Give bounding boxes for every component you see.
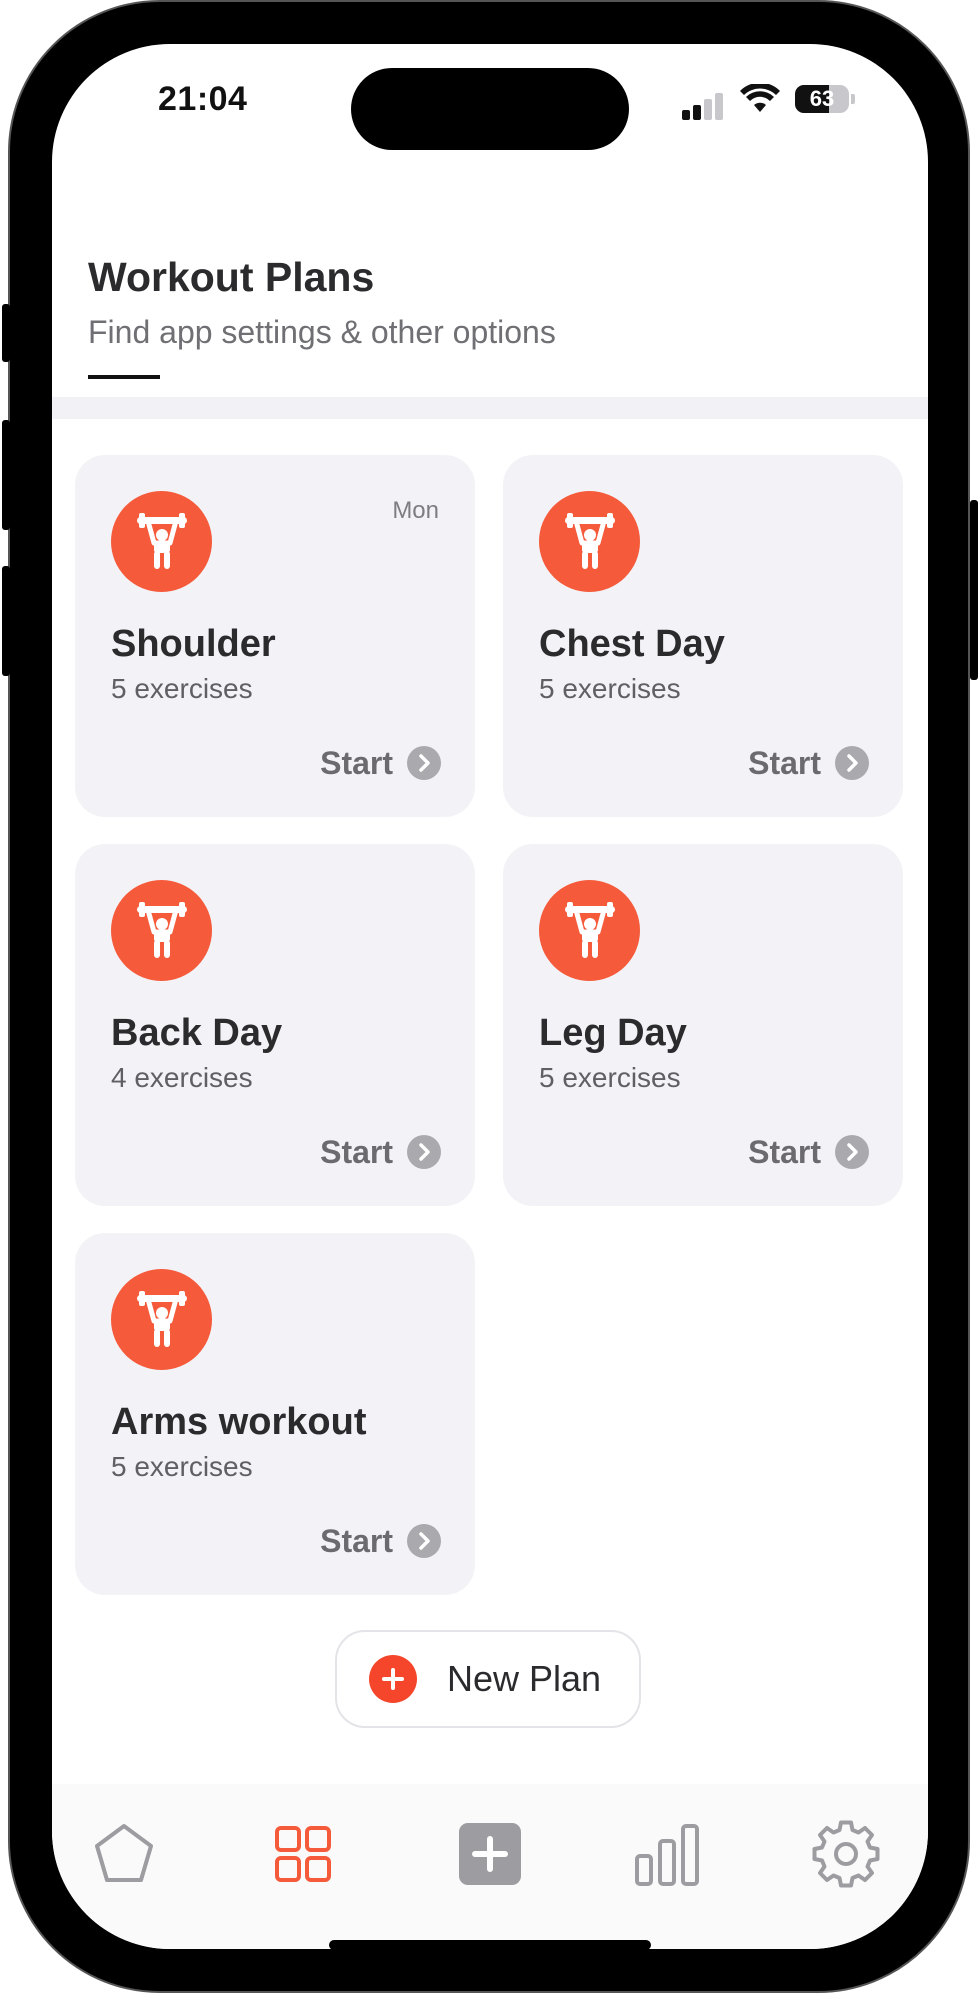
pentagon-icon <box>95 1824 153 1882</box>
chevron-right-icon <box>835 1135 869 1169</box>
plan-card-chest-day[interactable]: Chest Day 5 exercises Start <box>503 455 903 817</box>
volume-down-button <box>2 566 10 676</box>
chevron-right-icon <box>407 1135 441 1169</box>
gear-icon <box>812 1820 880 1888</box>
power-button <box>970 500 978 680</box>
scheduled-day: Mon <box>392 497 439 524</box>
chevron-right-icon <box>407 746 441 780</box>
action-button <box>2 304 10 362</box>
tab-bar <box>52 1784 928 1949</box>
volume-up-button <box>2 420 10 530</box>
new-plan-button[interactable]: New Plan <box>335 1630 641 1728</box>
cellular-signal-icon <box>682 90 732 120</box>
weightlifter-icon <box>111 491 212 592</box>
start-button[interactable]: Start <box>748 1132 869 1172</box>
start-label: Start <box>320 1522 393 1559</box>
start-label: Start <box>748 1133 821 1170</box>
weightlifter-icon <box>111 880 212 981</box>
tab-plans[interactable] <box>263 1814 343 1894</box>
status-time: 21:04 <box>158 80 248 118</box>
exercise-count: 5 exercises <box>539 1062 681 1093</box>
page-title: Workout Plans <box>88 254 375 300</box>
tab-add[interactable] <box>450 1814 530 1894</box>
plan-name: Arms workout <box>111 1401 367 1443</box>
start-button[interactable]: Start <box>320 743 441 783</box>
plus-circle-icon <box>369 1655 417 1703</box>
weightlifter-icon <box>111 1269 212 1370</box>
plan-name: Shoulder <box>111 623 276 665</box>
start-button[interactable]: Start <box>320 1132 441 1172</box>
tab-stats[interactable] <box>627 1814 707 1894</box>
plan-name: Leg Day <box>539 1012 687 1054</box>
plan-card-back-day[interactable]: Back Day 4 exercises Start <box>75 844 475 1206</box>
plan-card-arms-workout[interactable]: Arms workout 5 exercises Start <box>75 1233 475 1595</box>
plus-square-icon <box>459 1823 521 1885</box>
plan-card-shoulder[interactable]: Mon Shoulder 5 exercises Start <box>75 455 475 817</box>
battery-level: 63 <box>809 86 835 111</box>
title-underline <box>88 375 160 379</box>
new-plan-label: New Plan <box>447 1658 602 1699</box>
home-indicator <box>329 1940 651 1949</box>
plan-name: Chest Day <box>539 623 725 665</box>
bar-chart-icon <box>635 1824 699 1886</box>
exercise-count: 5 exercises <box>111 1451 253 1482</box>
chevron-right-icon <box>835 746 869 780</box>
grid-icon <box>275 1826 331 1882</box>
exercise-count: 5 exercises <box>539 673 681 704</box>
exercise-count: 5 exercises <box>111 673 253 704</box>
plan-name: Back Day <box>111 1012 283 1054</box>
start-button[interactable]: Start <box>748 743 869 783</box>
battery-icon: 63 <box>795 85 849 113</box>
screen: 21:04 63 Workout Plans Find app settings… <box>52 44 928 1949</box>
weightlifter-icon <box>539 880 640 981</box>
weightlifter-icon <box>539 491 640 592</box>
section-divider <box>52 397 928 419</box>
start-label: Start <box>320 1133 393 1170</box>
tab-home[interactable] <box>84 1814 164 1894</box>
exercise-count: 4 exercises <box>111 1062 253 1093</box>
chevron-right-icon <box>407 1524 441 1558</box>
tab-settings[interactable] <box>806 1814 886 1894</box>
battery-tip <box>851 94 855 104</box>
plan-card-leg-day[interactable]: Leg Day 5 exercises Start <box>503 844 903 1206</box>
dynamic-island <box>351 68 629 150</box>
start-label: Start <box>748 744 821 781</box>
page-subtitle: Find app settings & other options <box>88 314 556 350</box>
start-button[interactable]: Start <box>320 1521 441 1561</box>
start-label: Start <box>320 744 393 781</box>
wifi-icon <box>740 84 780 112</box>
